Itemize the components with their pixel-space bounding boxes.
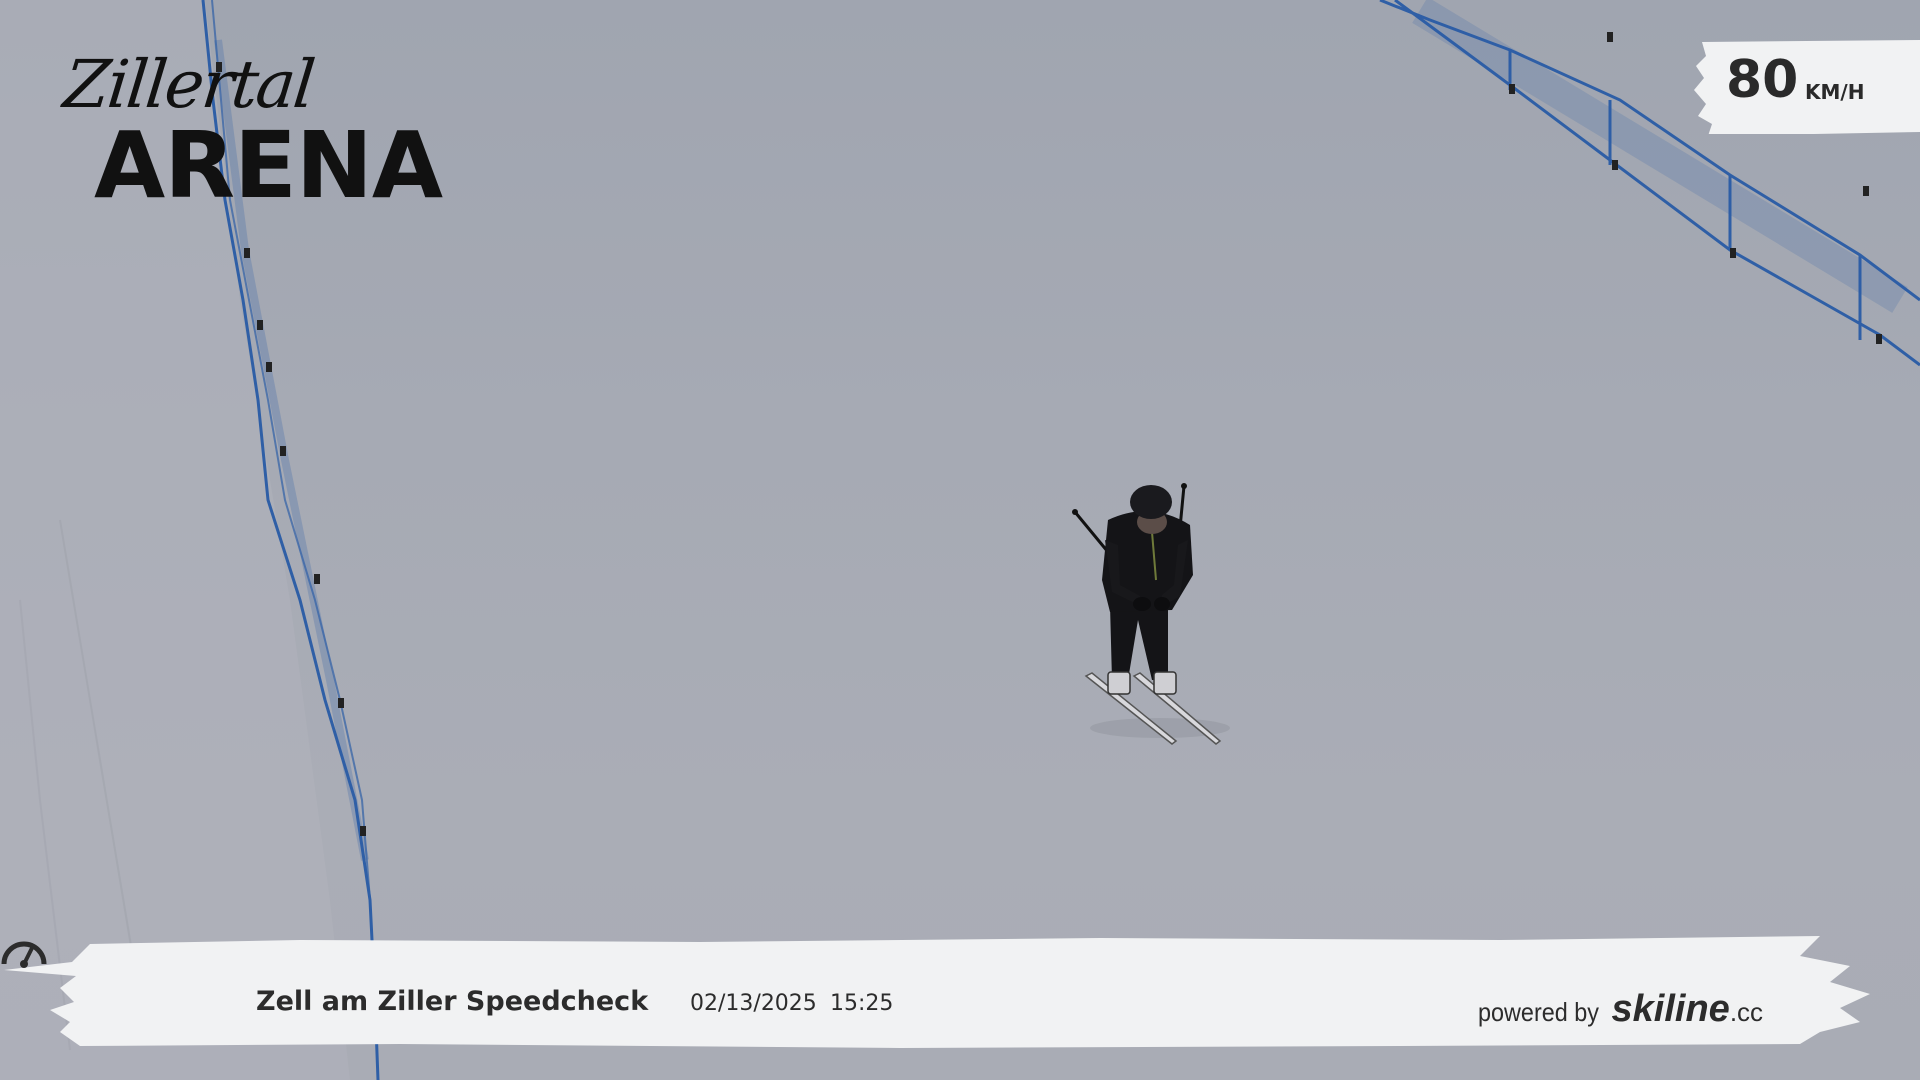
skiline-brand: skiline bbox=[1611, 988, 1730, 1030]
skiline-brand-tld: .cc bbox=[1729, 997, 1764, 1027]
location-title: Zell am Ziller Speedcheck bbox=[256, 986, 649, 1017]
powered-by-credit: powered by skiline.cc bbox=[1478, 990, 1763, 1028]
webcam-view: Zillertal ARENA 80 KM/H Zell am Ziller S… bbox=[0, 0, 1920, 1080]
zillertal-arena-logo: Zillertal ARENA bbox=[58, 46, 458, 222]
speed-unit: KM/H bbox=[1805, 80, 1865, 104]
speed-value: 80 bbox=[1726, 50, 1799, 110]
capture-time: 15:25 bbox=[830, 991, 894, 1016]
speed-badge-background bbox=[1694, 40, 1920, 134]
info-banner: Zell am Ziller Speedcheck 02/13/2025 15:… bbox=[0, 936, 1920, 1056]
powered-by-label: powered by bbox=[1478, 997, 1599, 1027]
skier bbox=[1072, 483, 1222, 745]
speed-badge: 80 KM/H bbox=[1688, 38, 1920, 134]
capture-date: 02/13/2025 bbox=[690, 991, 817, 1016]
logo-script-text: Zillertal bbox=[60, 46, 317, 123]
logo-block-text: ARENA bbox=[94, 112, 443, 219]
speedometer-icon bbox=[1, 941, 47, 968]
